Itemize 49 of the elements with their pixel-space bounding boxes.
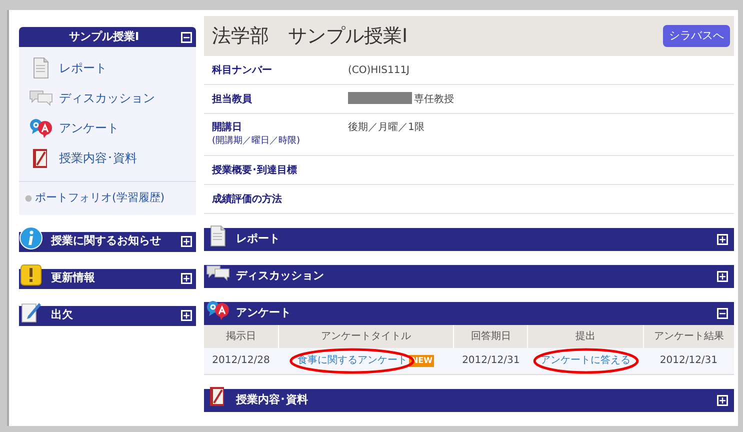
field-sublabel: (開講期／曜日／時限) <box>212 135 302 148</box>
field-label: 担当教員 <box>212 92 253 106</box>
column-header: アンケートタイトル <box>278 325 454 348</box>
table-cell: 2012/12/31 <box>660 355 718 366</box>
section-title: レポート <box>236 231 281 248</box>
expand-icon[interactable] <box>717 394 728 406</box>
field-label: 成績評価の方法 <box>212 192 283 206</box>
sidebar-link[interactable]: ディスカッション <box>59 89 155 107</box>
bullet-icon <box>25 194 32 202</box>
section-header[interactable]: ディスカッション <box>204 265 734 288</box>
collapse-icon[interactable] <box>717 308 728 319</box>
column-header: アンケート結果 <box>643 325 734 348</box>
sidebar-link[interactable]: レポート <box>59 59 107 77</box>
section-title: 授業内容･資料 <box>236 392 309 408</box>
syllabus-button[interactable]: シラバスへ <box>663 24 730 48</box>
course-title: サンプル授業Ⅰ <box>68 28 140 45</box>
expand-icon[interactable] <box>181 310 192 321</box>
expand-icon[interactable] <box>181 273 192 284</box>
section-header[interactable]: レポート <box>204 228 734 251</box>
sidebar-link[interactable]: 授業内容･資料 <box>59 149 137 167</box>
exclamation-icon <box>19 262 43 286</box>
field-label: 授業概要･到達目標 <box>212 164 298 178</box>
column-header: 掲示日 <box>204 325 278 348</box>
portfolio-link[interactable]: ポートフォリオ(学習履歴) <box>35 190 165 206</box>
expand-icon[interactable] <box>717 234 728 245</box>
panel-title: 更新情報 <box>51 270 96 286</box>
section-title: ディスカッション <box>236 268 325 284</box>
section-title: アンケート <box>236 305 292 322</box>
expand-icon[interactable] <box>717 271 728 282</box>
sidebar-link[interactable]: アンケート <box>59 119 119 137</box>
panel-title: 出欠 <box>51 307 74 324</box>
table-cell: 2012/12/28 <box>212 355 270 366</box>
section-header[interactable]: アンケート <box>204 302 734 325</box>
panel-title: 授業に関するお知らせ <box>51 233 162 250</box>
qa-bubbles-icon <box>29 116 53 140</box>
column-header: 提出 <box>528 325 644 348</box>
column-header: 回答期日 <box>454 325 528 348</box>
field-label: 科目ナンバー <box>212 64 273 78</box>
field-value: 専任教授 <box>414 92 454 106</box>
field-value: 後期／月曜／1限 <box>348 120 424 135</box>
section-header[interactable]: 授業内容･資料 <box>204 388 734 412</box>
page-title: 法学部 サンプル授業Ⅰ <box>212 24 408 49</box>
field-value: (CO)HIS111J <box>348 64 410 78</box>
table-cell: 2012/12/31 <box>462 355 520 366</box>
field-label: 開講日 <box>212 120 243 135</box>
panel-header[interactable]: 出欠 <box>19 306 196 326</box>
expand-icon[interactable] <box>181 236 192 247</box>
info-icon <box>19 226 43 250</box>
collapse-icon[interactable] <box>181 32 192 42</box>
